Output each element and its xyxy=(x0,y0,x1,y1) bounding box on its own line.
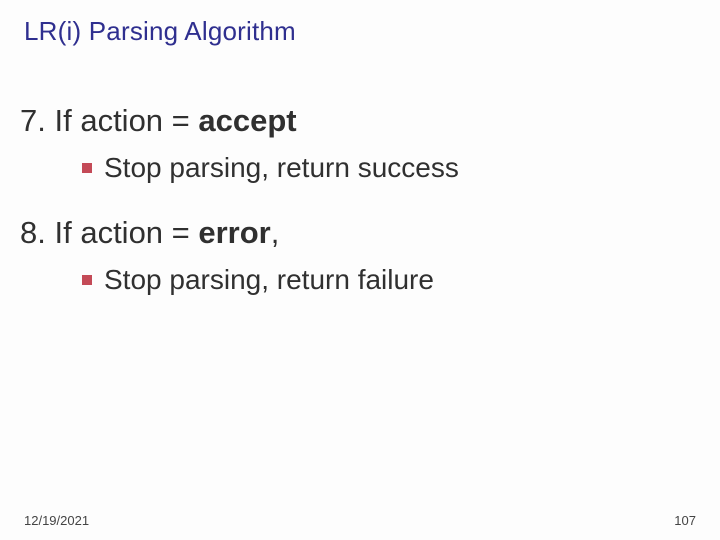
step-7-sub-text: Stop parsing, return success xyxy=(104,150,459,186)
step-7-prefix: If action = xyxy=(54,103,198,138)
step-7-num: 7. xyxy=(20,103,46,138)
step-7-keyword: accept xyxy=(198,103,296,138)
step-8: 8. If action = error, xyxy=(20,212,700,254)
square-bullet-icon xyxy=(82,163,92,173)
slide: LR(i) Parsing Algorithm 7. If action = a… xyxy=(0,0,720,540)
square-bullet-icon xyxy=(82,275,92,285)
footer-date: 12/19/2021 xyxy=(24,513,89,528)
step-8-sub: Stop parsing, return failure xyxy=(82,262,700,298)
step-8-num: 8. xyxy=(20,215,46,250)
footer-page-number: 107 xyxy=(674,513,696,528)
step-8-trailing: , xyxy=(271,215,280,250)
step-8-prefix: If action = xyxy=(54,215,198,250)
slide-title: LR(i) Parsing Algorithm xyxy=(24,16,296,47)
slide-body: 7. If action = accept Stop parsing, retu… xyxy=(20,100,700,324)
step-8-sub-text: Stop parsing, return failure xyxy=(104,262,434,298)
step-8-keyword: error xyxy=(198,215,270,250)
step-7: 7. If action = accept xyxy=(20,100,700,142)
step-7-sub: Stop parsing, return success xyxy=(82,150,700,186)
